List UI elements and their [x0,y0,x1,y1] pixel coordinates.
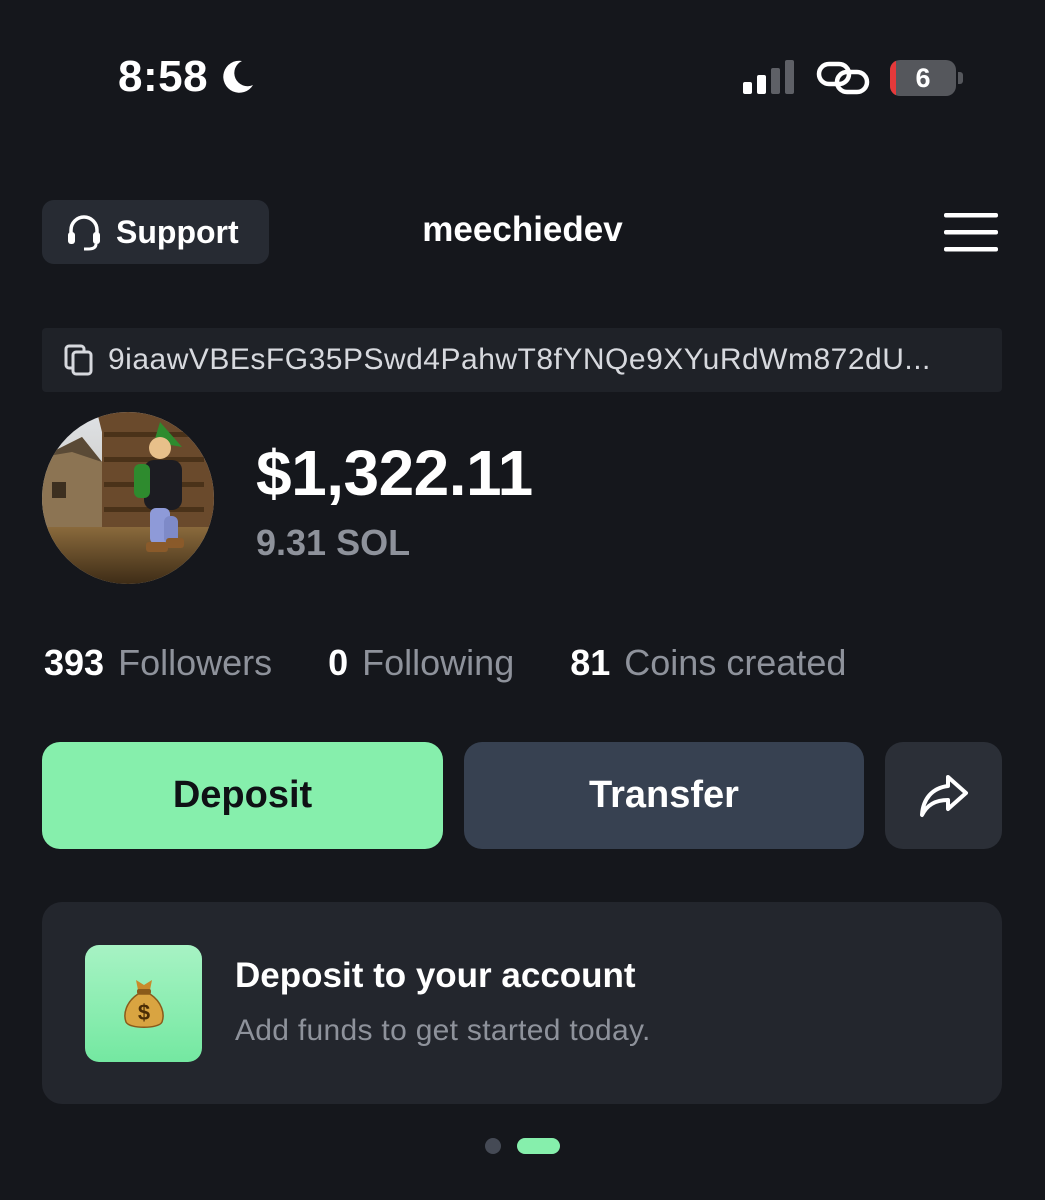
deposit-promo-card[interactable]: $ Deposit to your account Add funds to g… [42,902,1002,1104]
status-time-text: 8:58 [118,52,209,101]
avatar[interactable] [42,412,214,584]
svg-text:$: $ [137,1000,149,1025]
share-arrow-icon [919,774,968,817]
hamburger-menu-icon[interactable] [940,210,1000,254]
share-button[interactable] [885,742,1002,849]
battery-icon: 6 [890,60,956,96]
link-icon [816,61,870,95]
promo-title: Deposit to your account [235,956,636,995]
stat-coins-value: 81 [570,642,611,683]
pager-dot-2-active[interactable] [517,1138,560,1154]
stat-followers[interactable]: 393 Followers [44,642,272,684]
stat-followers-label: Followers [118,642,273,683]
moon-icon [223,60,254,93]
battery-level: 6 [915,62,931,93]
username-title: meechiedev [0,210,1045,250]
avatar-image [42,412,214,584]
money-bag-icon: $ [123,979,164,1028]
promo-subtitle: Add funds to get started today. [235,1014,651,1047]
promo-icon-tile: $ [85,945,202,1062]
signal-icon [743,60,794,94]
battery-tip [958,72,963,84]
stat-coins-label: Coins created [624,642,847,683]
username-text: meechiedev [422,210,623,249]
copy-icon [64,344,93,376]
balance-usd: $1,322.11 [256,437,533,509]
stat-coins-created[interactable]: 81 Coins created [570,642,846,684]
transfer-label: Transfer [589,774,739,816]
deposit-label: Deposit [172,774,313,816]
status-time: 8:58 [118,52,256,102]
stat-following-value: 0 [328,642,349,683]
wallet-address: 9iaawVBEsFG35PSwd4PahwT8fYNQe9XYuRdWm872… [108,343,931,376]
balance-sol: 9.31 SOL [256,522,411,563]
profile-screen: 8:58 6 Support meechiedev 9iaawVBEsFG35P… [0,0,1045,1200]
pager-dot-1[interactable] [485,1138,501,1154]
transfer-button[interactable]: Transfer [464,742,864,849]
stat-followers-value: 393 [44,642,105,683]
stat-following-label: Following [362,642,515,683]
wallet-address-copy[interactable]: 9iaawVBEsFG35PSwd4PahwT8fYNQe9XYuRdWm872… [42,328,1002,392]
deposit-button[interactable]: Deposit [42,742,443,849]
profile-stats: 393 Followers 0 Following 81 Coins creat… [44,642,902,684]
stat-following[interactable]: 0 Following [328,642,514,684]
